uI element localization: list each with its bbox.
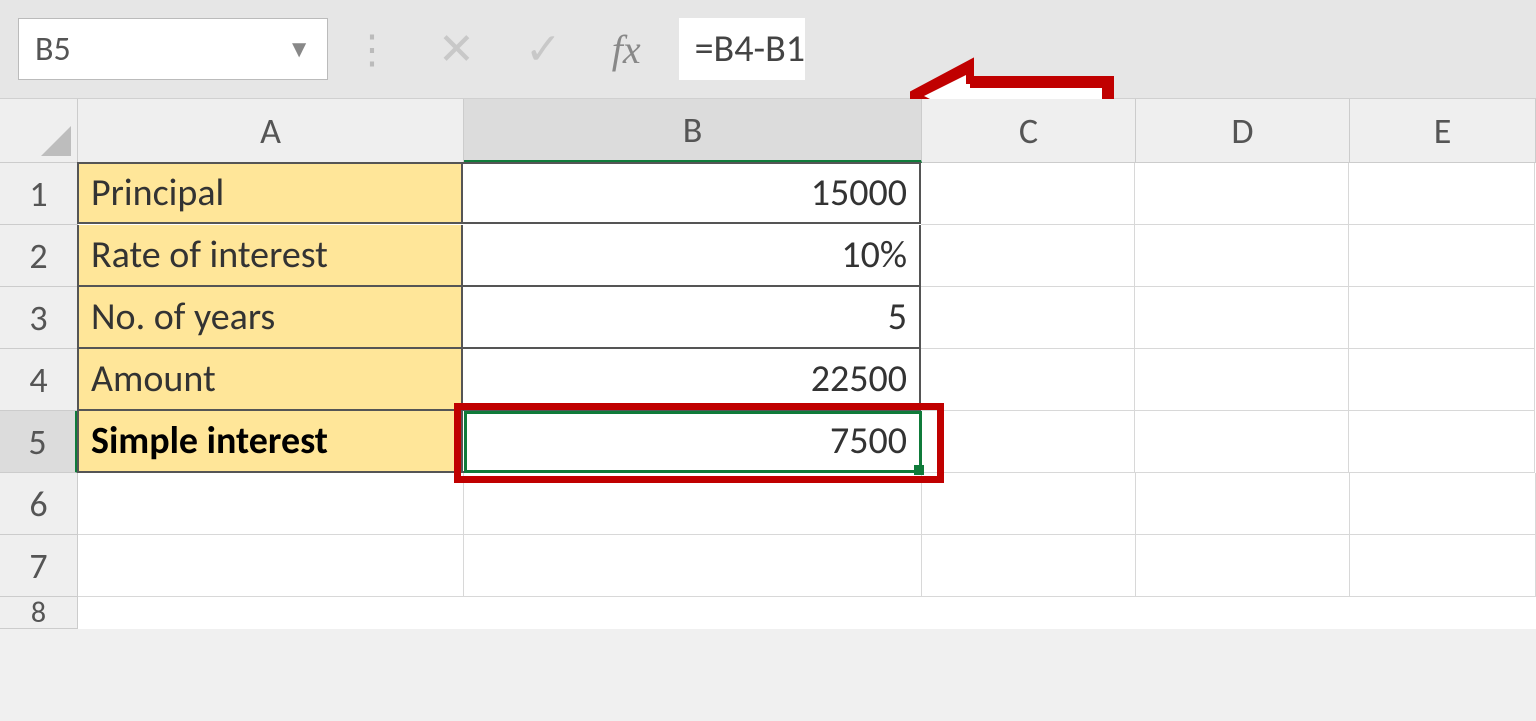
row-header-2[interactable]: 2 [0,225,78,287]
cell-a1[interactable]: Principal [77,162,463,224]
spreadsheet-grid[interactable]: A B C D E 1 2 3 4 5 6 7 8 Principal 1500… [0,99,1536,629]
row-header-3[interactable]: 3 [0,287,78,349]
cell-e7[interactable] [1350,535,1536,597]
formula-bar-buttons: ✕ ✓ fx [418,22,661,76]
cell-a7[interactable] [78,535,464,597]
cell-d2[interactable] [1135,225,1349,287]
select-all-corner[interactable] [0,99,78,163]
column-header-d[interactable]: D [1136,99,1350,163]
cell-d7[interactable] [1136,535,1350,597]
cell-d1[interactable] [1135,163,1349,225]
fx-icon[interactable]: fx [612,26,641,73]
cell-b2[interactable]: 10% [463,225,921,287]
enter-icon[interactable]: ✓ [525,22,562,76]
cell-c2[interactable] [921,225,1135,287]
row-header-7[interactable]: 7 [0,535,78,597]
cells-area: Principal 15000 Rate of interest 10% No.… [78,163,1536,629]
name-box-value: B5 [35,29,71,70]
row-header-5[interactable]: 5 [0,411,78,473]
cell-b3[interactable]: 5 [463,287,921,349]
cell-c1[interactable] [921,163,1135,225]
cell-e1[interactable] [1349,163,1535,225]
row-header-6[interactable]: 6 [0,473,78,535]
cell-c6[interactable] [922,473,1136,535]
formula-text: =B4-B1 [695,26,805,72]
cell-a2[interactable]: Rate of interest [77,225,463,287]
cell-d5[interactable] [1135,411,1349,473]
formula-bar-input[interactable]: =B4-B1 [679,18,805,80]
cell-a3[interactable]: No. of years [77,287,463,349]
cancel-icon[interactable]: ✕ [438,22,475,76]
column-headers: A B C D E [0,99,1536,163]
cell-e3[interactable] [1349,287,1535,349]
cell-a4[interactable]: Amount [77,349,463,411]
cell-b4[interactable]: 22500 [463,349,921,411]
name-box-dropdown-icon[interactable]: ▼ [287,35,311,64]
column-header-b[interactable]: B [464,99,922,163]
row-header-8[interactable]: 8 [0,597,78,629]
cell-a6[interactable] [78,473,464,535]
row-header-4[interactable]: 4 [0,349,78,411]
cell-d4[interactable] [1135,349,1349,411]
cell-c3[interactable] [921,287,1135,349]
row-header-1[interactable]: 1 [0,163,78,225]
column-header-c[interactable]: C [922,99,1136,163]
formula-bar-area: B5 ▼ ⋮ ✕ ✓ fx =B4-B1 [0,0,1536,99]
cell-d3[interactable] [1135,287,1349,349]
cell-c5[interactable] [921,411,1135,473]
cell-c4[interactable] [921,349,1135,411]
cell-e2[interactable] [1349,225,1535,287]
cell-e5[interactable] [1349,411,1535,473]
separator-icon: ⋮ [346,25,400,74]
cell-e6[interactable] [1350,473,1536,535]
cell-b1[interactable]: 15000 [463,162,921,224]
cell-b5[interactable]: 7500 [463,411,921,473]
cell-c7[interactable] [922,535,1136,597]
column-header-a[interactable]: A [78,99,464,163]
cell-e4[interactable] [1349,349,1535,411]
row-headers: 1 2 3 4 5 6 7 8 [0,163,78,629]
cell-a5[interactable]: Simple interest [77,411,463,473]
cell-b6[interactable] [464,473,922,535]
column-header-e[interactable]: E [1350,99,1536,163]
name-box[interactable]: B5 ▼ [18,18,328,80]
cell-b7[interactable] [464,535,922,597]
cell-d6[interactable] [1136,473,1350,535]
